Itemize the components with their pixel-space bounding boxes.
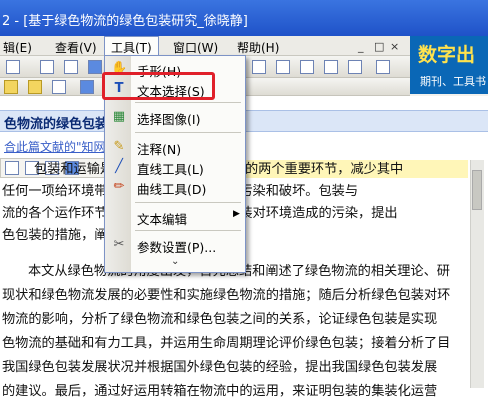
restore-button[interactable]: □ [374,40,384,53]
continuous-page-icon[interactable] [88,60,102,74]
menu-tools[interactable]: 工具(T) [104,36,159,56]
menu-window[interactable]: 窗口(W) [170,39,221,56]
body-line-10: 的建议。最后，通过好运用转箱在物流中的运用，来证明包装的集装化运营 [2,384,438,399]
menu-item-settings-label: 参数设置(P)... [137,240,217,255]
page-icon[interactable] [6,60,20,74]
menu-item-line-tool[interactable]: ╱ 直线工具(L) [105,156,245,178]
annotation-highlight-box [102,72,215,100]
curve-tool-icon: ✏ [113,179,125,194]
search-icon[interactable] [348,60,362,74]
body-line-8: 色物流的基础和有力工具，并运用生命周期理论评价绿色包装；接着分析了目 [2,336,451,351]
menu-item-curve-tool[interactable]: ✏ 曲线工具(D) [105,176,245,198]
menu-expand-chevron-icon[interactable]: ⌄ [171,256,179,267]
pen-icon[interactable] [80,80,94,94]
menu-item-image-select[interactable]: ▦ 选择图像(I) [105,106,245,128]
window-title-prefix: 2 - [2,14,24,29]
menu-separator [135,202,241,203]
marker-icon[interactable] [28,80,42,94]
menu-item-note[interactable]: ✎ 注释(N) [105,136,245,158]
menu-separator [135,230,241,231]
submenu-arrow-icon: ▶ [233,209,240,219]
single-page-icon[interactable] [40,60,54,74]
highlight-icon[interactable] [4,80,18,94]
menu-separator [135,132,241,133]
copy-icon[interactable] [5,161,19,175]
banner-headline: 数字出 [418,44,476,66]
fit-width-icon[interactable] [252,60,266,74]
two-page-icon[interactable] [64,60,78,74]
minimize-button[interactable]: _ [358,40,364,53]
scrollbar-thumb[interactable] [472,170,482,210]
body-line-9: 我国绿色包装发展状况并根据国外绿色包装的经验，提出我国绿色包装发展 [2,360,438,375]
line-tool-icon: ╱ [115,159,123,174]
body-line-6: 现状和绿色物流发展的必要性和实施绿色物流的措施；随后分析绿色包装对环 [2,288,451,303]
menu-item-settings[interactable]: ✂ 参数设置(P)... [105,234,245,256]
menu-item-curve-tool-label: 曲线工具(D) [137,182,207,197]
image-select-icon: ▦ [112,109,126,124]
note-icon: ✎ [113,139,125,154]
menu-separator [135,102,241,103]
print-icon[interactable] [376,60,390,74]
body-line-7: 物流的影响，分析了绿色物流和绿色包装之间的关系，论证绿色包装是实现 [2,312,438,327]
rotate-icon[interactable] [324,60,338,74]
promo-banner[interactable]: 数字出 期刊、工具书 [410,36,488,94]
menu-item-text-edit-label: 文本编辑 [137,212,188,227]
close-button[interactable]: × [390,40,399,53]
window-title: [基于绿色物流的绿色包装研究_徐晓静] [23,14,248,29]
fit-page-icon[interactable] [276,60,290,74]
note-toolbar-icon[interactable] [52,80,66,94]
menu-help[interactable]: 帮助(H) [234,39,282,56]
menu-edit[interactable]: 辑(E) [0,39,35,56]
document-heading: 色物流的绿色包装 [4,117,109,132]
menu-item-image-select-label: 选择图像(I) [137,112,201,127]
menu-view[interactable]: 查看(V) [52,39,100,56]
zoom-icon[interactable] [300,60,314,74]
menu-item-text-edit[interactable]: 文本编辑 ▶ [105,206,245,228]
settings-tools-icon: ✂ [113,237,125,252]
window-title-bar: 2 - [基于绿色物流的绿色包装研究_徐晓静] [0,0,488,36]
banner-subline: 期刊、工具书 [420,75,486,88]
